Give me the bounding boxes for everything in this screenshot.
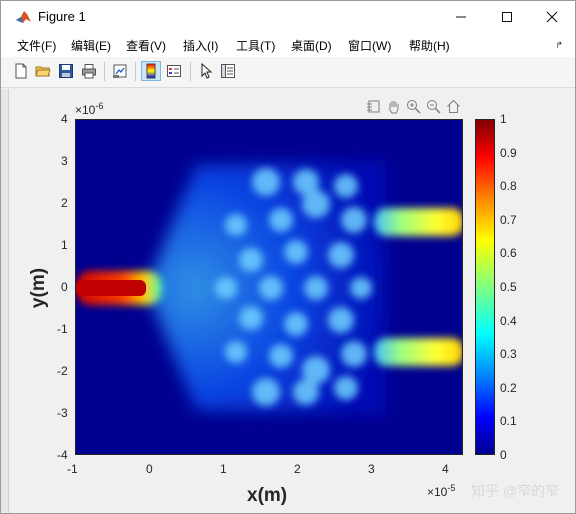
edit-plot-button[interactable] — [196, 61, 216, 81]
title-bar: Figure 1 — [1, 1, 575, 32]
window-title: Figure 1 — [38, 9, 86, 24]
toolbar-separator — [104, 62, 105, 81]
colorbar-tick-label: 0.9 — [500, 146, 517, 160]
x-tick-label: 2 — [294, 462, 301, 476]
menu-desktop[interactable]: 桌面(D) — [291, 37, 332, 54]
insert-colorbar-icon — [146, 63, 156, 79]
menu-view[interactable]: 查看(V) — [126, 37, 166, 54]
toolbar-separator — [135, 62, 136, 81]
home-button[interactable] — [445, 98, 461, 114]
zoom-in-button[interactable] — [405, 98, 421, 114]
colorbar-tick-label: 0.2 — [500, 381, 517, 395]
maximize-icon — [502, 11, 512, 22]
new-figure-button[interactable] — [11, 61, 31, 81]
x-tick-label: 3 — [368, 462, 375, 476]
edit-plot-icon — [201, 63, 213, 79]
colorbar-tick-label: 0.3 — [500, 347, 517, 361]
maximize-button[interactable] — [484, 1, 530, 32]
heatmap-image — [76, 120, 462, 454]
heatmap-axes[interactable] — [75, 119, 463, 455]
y-tick-label: -4 — [57, 448, 68, 462]
colorbar[interactable] — [475, 119, 495, 455]
matlab-logo-icon — [15, 8, 32, 25]
x-tick-label: 1 — [220, 462, 227, 476]
y-tick-label: -3 — [57, 406, 68, 420]
minimize-button[interactable] — [438, 1, 484, 32]
figure-toolbar — [1, 57, 575, 88]
menu-window[interactable]: 窗口(W) — [348, 37, 391, 54]
colorbar-tick-label: 0.4 — [500, 314, 517, 328]
open-file-button[interactable] — [33, 61, 53, 81]
toolbar-separator — [190, 62, 191, 81]
menu-tools[interactable]: 工具(T) — [236, 37, 275, 54]
colorbar-tick-label: 0.7 — [500, 213, 517, 227]
pan-button[interactable] — [385, 98, 401, 114]
y-tick-label: 4 — [61, 112, 68, 126]
insert-legend-button[interactable] — [164, 61, 184, 81]
colorbar-tick-label: 0.5 — [500, 280, 517, 294]
x-tick-label: 0 — [146, 462, 153, 476]
colorbar-tick-label: 0.6 — [500, 246, 517, 260]
colorbar-tick-label: 0.8 — [500, 179, 517, 193]
zoom-out-icon — [426, 99, 441, 114]
y-exponent-value: -6 — [95, 101, 104, 111]
print-button[interactable] — [79, 61, 99, 81]
close-icon — [546, 11, 558, 22]
menu-insert[interactable]: 插入(I) — [183, 37, 218, 54]
menu-file[interactable]: 文件(F) — [17, 37, 56, 54]
y-exponent-label: ×10-6 — [75, 101, 104, 117]
brush-icon — [366, 100, 379, 112]
property-inspector-icon — [221, 64, 235, 78]
open-file-icon — [35, 66, 51, 77]
y-tick-label: 3 — [61, 154, 68, 168]
y-axis-label: y(m) — [28, 267, 50, 309]
x-tick-label: 4 — [442, 462, 449, 476]
x-exponent-label: ×10-5 — [427, 483, 456, 499]
link-plot-button[interactable] — [110, 61, 130, 81]
watermark: 知乎 @窄的窄 — [471, 483, 560, 499]
y-tick-label: 1 — [61, 238, 68, 252]
y-tick-label: -1 — [57, 322, 68, 336]
menu-help[interactable]: 帮助(H) — [409, 37, 450, 54]
property-inspector-button[interactable] — [218, 61, 238, 81]
x-exponent-value: -5 — [447, 483, 456, 493]
zoom-out-button[interactable] — [425, 98, 441, 114]
save-icon — [59, 64, 73, 78]
y-tick-label: 2 — [61, 196, 68, 210]
insert-colorbar-button[interactable] — [141, 61, 161, 81]
pan-icon — [388, 100, 398, 113]
close-button[interactable] — [529, 1, 575, 32]
save-button[interactable] — [56, 61, 76, 81]
home-icon — [446, 99, 460, 113]
x-axis-label: x(m) — [247, 485, 288, 506]
y-tick-label: -2 — [57, 364, 68, 378]
print-icon — [82, 64, 96, 79]
figure-window: Figure 1 文件(F) 编辑(E) 查看(V) 插入(I) 工具(T) 桌… — [0, 0, 576, 514]
minimize-icon — [456, 16, 466, 17]
dock-arrow-icon[interactable]: ↱ — [555, 40, 563, 51]
y-tick-label: 0 — [61, 280, 68, 294]
brush-button[interactable] — [365, 98, 381, 114]
zoom-in-icon — [406, 99, 421, 114]
background-window-edge — [1, 89, 9, 513]
link-plot-icon — [113, 64, 127, 78]
menu-edit[interactable]: 编辑(E) — [71, 37, 111, 54]
insert-legend-icon — [167, 65, 181, 77]
x-tick-label: -1 — [67, 462, 78, 476]
new-figure-icon — [15, 63, 27, 79]
colorbar-tick-label: 0 — [500, 448, 507, 462]
colorbar-tick-label: 1 — [500, 112, 507, 126]
menu-bar: 文件(F) 编辑(E) 查看(V) 插入(I) 工具(T) 桌面(D) 窗口(W… — [1, 32, 575, 57]
colorbar-tick-label: 0.1 — [500, 414, 517, 428]
